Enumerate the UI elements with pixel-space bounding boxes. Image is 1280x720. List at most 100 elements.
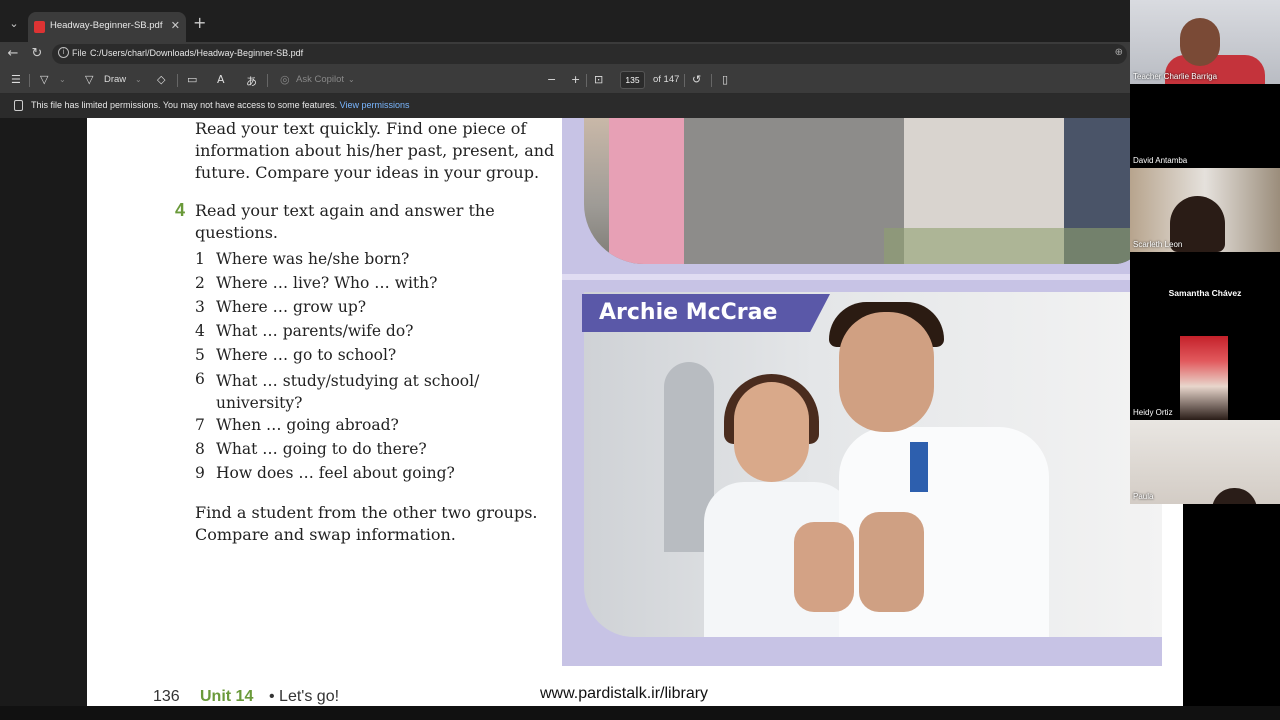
doctor-face bbox=[734, 382, 809, 482]
page-footer-title: • Let's go! bbox=[269, 688, 340, 705]
participant-tile[interactable]: Heidy Ortiz bbox=[1130, 336, 1280, 420]
item-text: When … going abroad? bbox=[216, 416, 399, 434]
translate-icon[interactable]: あ bbox=[246, 73, 257, 89]
bottom-edge bbox=[0, 706, 1280, 720]
draw-options-chevron-icon[interactable]: ⌄ bbox=[135, 75, 142, 84]
photo-panel: Archie McCrae bbox=[562, 118, 1162, 666]
browser-tab[interactable]: Headway-Beginner-SB.pdf ✕ bbox=[28, 12, 186, 42]
erase-icon[interactable]: ◇ bbox=[157, 73, 165, 86]
item-text: What … going to do there? bbox=[216, 440, 427, 458]
address-scheme-label: File bbox=[72, 48, 87, 58]
permission-message: This file has limited permissions. You m… bbox=[31, 100, 410, 110]
copilot-chevron-icon[interactable]: ⌄ bbox=[348, 75, 355, 84]
tab-list-chevron-icon[interactable]: ⌄ bbox=[6, 17, 22, 33]
item-number: 9 bbox=[195, 464, 205, 482]
reload-icon[interactable]: ↻ bbox=[29, 46, 45, 61]
rotate-icon[interactable]: ↺ bbox=[692, 73, 701, 86]
item-number: 6 bbox=[195, 370, 205, 388]
photo-person bbox=[609, 118, 684, 264]
page-footer-number: 136 bbox=[153, 688, 180, 705]
toolbar-separator bbox=[684, 74, 685, 87]
copilot-icon[interactable]: ◎ bbox=[280, 73, 290, 86]
permission-bar: This file has limited permissions. You m… bbox=[0, 94, 1130, 118]
participant-name: Teacher Charlie Barriga bbox=[1133, 72, 1218, 81]
zoom-in-icon[interactable]: + bbox=[571, 73, 580, 86]
fit-page-icon[interactable]: ⊡ bbox=[594, 73, 603, 86]
closing-line: Compare and swap information. bbox=[195, 525, 456, 544]
photo-grass bbox=[884, 228, 1144, 264]
item-text: Where … grow up? bbox=[216, 298, 367, 316]
draw-button[interactable]: Draw bbox=[104, 74, 126, 85]
question-line: Read your text again and answer the bbox=[195, 201, 495, 220]
address-url[interactable]: C:/Users/charl/Downloads/Headway-Beginne… bbox=[90, 48, 303, 58]
participant-figure bbox=[1180, 18, 1220, 66]
participant-name: Heidy Ortiz bbox=[1133, 408, 1173, 417]
photo-divider bbox=[562, 274, 1162, 280]
item-text: How does … feel about going? bbox=[216, 464, 455, 482]
doctors-photo bbox=[584, 292, 1162, 637]
highlight-icon[interactable]: ▽ bbox=[40, 73, 48, 86]
participant-tile[interactable]: Samantha Chávez bbox=[1130, 252, 1280, 336]
item-text: Where … go to school? bbox=[216, 346, 397, 364]
page-number-input[interactable]: 135 bbox=[620, 71, 645, 89]
toolbar-separator bbox=[711, 74, 712, 87]
read-aloud-icon[interactable]: A bbox=[217, 73, 225, 86]
item-number: 8 bbox=[195, 440, 205, 458]
question-number: 4 bbox=[175, 200, 186, 220]
back-arrow-icon[interactable]: ← bbox=[5, 46, 21, 61]
add-text-icon[interactable]: ▭ bbox=[187, 73, 197, 86]
close-tab-icon[interactable]: ✕ bbox=[171, 19, 180, 32]
photo-name-label: Archie McCrae bbox=[599, 300, 778, 325]
zoom-out-icon[interactable]: − bbox=[547, 73, 556, 86]
intro-line: future. Compare your ideas in your group… bbox=[195, 163, 540, 182]
toolbar-separator bbox=[177, 74, 178, 87]
participant-name: David Antamba bbox=[1133, 156, 1188, 165]
video-panel-spacer bbox=[1183, 504, 1280, 706]
lock-icon bbox=[14, 100, 23, 111]
tab-title: Headway-Beginner-SB.pdf bbox=[50, 20, 163, 31]
pdf-page: Read your text quickly. Find one piece o… bbox=[87, 118, 1183, 706]
watermark-url: www.pardistalk.ir/library bbox=[540, 685, 709, 702]
question-4-text: Read your text again and answer the ques… bbox=[195, 200, 495, 244]
tab-bar: ⌄ Headway-Beginner-SB.pdf ✕ + bbox=[0, 0, 1130, 42]
contents-icon[interactable]: ☰ bbox=[11, 73, 21, 86]
participant-tile[interactable]: David Antamba bbox=[1130, 84, 1280, 168]
zoom-icon[interactable]: ⊕ bbox=[1115, 47, 1123, 58]
url-field[interactable]: i File C:/Users/charl/Downloads/Headway-… bbox=[52, 44, 1127, 64]
item-number: 2 bbox=[195, 274, 205, 292]
item-number: 5 bbox=[195, 346, 205, 364]
highlight-options-chevron-icon[interactable]: ⌄ bbox=[59, 75, 66, 84]
intro-text: Read your text quickly. Find one piece o… bbox=[195, 118, 554, 184]
thumbs-up bbox=[794, 522, 854, 612]
participant-figure bbox=[1212, 488, 1257, 504]
toolbar-separator bbox=[29, 74, 30, 87]
intro-line: Read your text quickly. Find one piece o… bbox=[195, 119, 527, 138]
pdf-favicon-icon bbox=[34, 21, 45, 33]
participant-tile[interactable]: Paula bbox=[1130, 420, 1280, 504]
group-photo bbox=[584, 118, 1144, 264]
page-total-label: of 147 bbox=[653, 74, 680, 85]
participant-tile[interactable]: Teacher Charlie Barriga bbox=[1130, 0, 1280, 84]
item-number: 7 bbox=[195, 416, 205, 434]
question-line: questions. bbox=[195, 223, 279, 242]
draw-icon[interactable]: ▽ bbox=[85, 73, 93, 86]
item-text: Where was he/she born? bbox=[216, 250, 410, 268]
doctor-tie bbox=[910, 442, 928, 492]
page-footer-unit: Unit 14 bbox=[200, 688, 254, 705]
doctor-face bbox=[839, 312, 934, 432]
toolbar-separator bbox=[267, 74, 268, 87]
pdf-toolbar: ☰ ▽ ⌄ ▽ Draw ⌄ ◇ ▭ A あ ◎ Ask Copilot ⌄ −… bbox=[0, 66, 1130, 94]
participant-tile[interactable]: Scarleth Leon bbox=[1130, 168, 1280, 252]
intro-line: information about his/her past, present,… bbox=[195, 141, 555, 160]
item-number: 4 bbox=[195, 322, 205, 340]
new-tab-icon[interactable]: + bbox=[193, 15, 206, 31]
page-view-icon[interactable]: ▯ bbox=[722, 73, 728, 86]
ask-copilot-button[interactable]: Ask Copilot bbox=[296, 74, 344, 85]
info-icon[interactable]: i bbox=[58, 47, 69, 58]
participant-name: Paula bbox=[1133, 492, 1154, 501]
view-permissions-link[interactable]: View permissions bbox=[340, 100, 410, 110]
toolbar-separator bbox=[586, 74, 587, 87]
participant-name: Scarleth Leon bbox=[1133, 240, 1183, 249]
pdf-viewer[interactable]: Read your text quickly. Find one piece o… bbox=[0, 118, 1280, 706]
item-text: What … study/studying at school/ univers… bbox=[216, 372, 480, 412]
